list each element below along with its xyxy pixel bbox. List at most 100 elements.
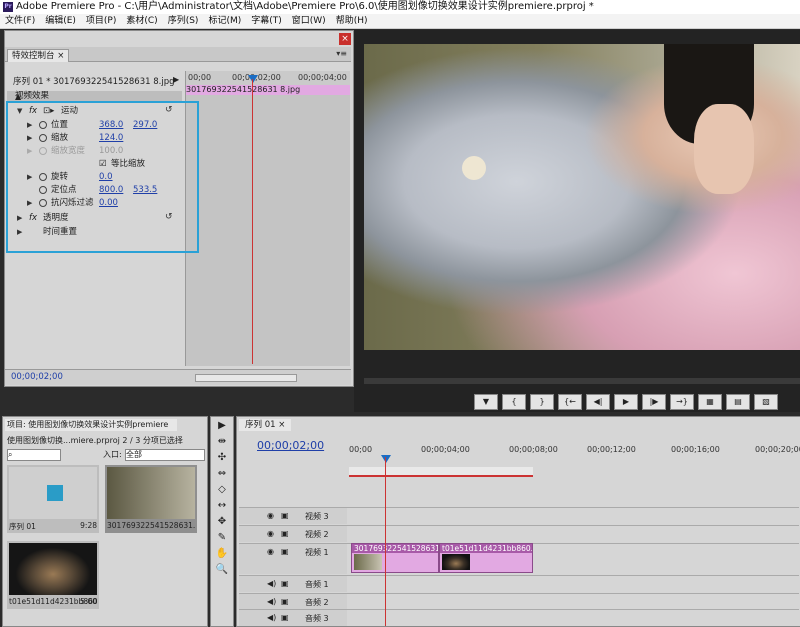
lift-button[interactable]: ▦ xyxy=(698,394,722,410)
lock-icon[interactable]: ▣ xyxy=(281,579,289,588)
tab-sequence[interactable]: 序列 01 × xyxy=(239,419,292,431)
tab-sequence-label: 序列 01 xyxy=(245,420,276,430)
close-panel-button[interactable]: × xyxy=(339,33,351,45)
speaker-icon[interactable]: ◀) xyxy=(267,579,276,588)
menu-clip[interactable]: 素材(C) xyxy=(121,14,162,28)
hand-tool-icon[interactable]: ✋ xyxy=(213,547,231,561)
premiere-logo-icon: Pr xyxy=(3,2,13,12)
cat-thumbnail xyxy=(9,543,97,595)
show-timeline-arrow-icon[interactable]: ▶ xyxy=(173,75,179,84)
lock-icon[interactable]: ▣ xyxy=(281,613,289,622)
sequence-clip-name: 序列 01 * 301769322541528631 8.jpg xyxy=(13,77,175,87)
step-back-button[interactable]: ◀| xyxy=(586,394,610,410)
track-header: ◀) ▣ 音频 3 xyxy=(239,610,347,626)
menu-title[interactable]: 字幕(T) xyxy=(246,14,287,28)
search-input[interactable]: ⌕ xyxy=(7,449,61,461)
play-button[interactable]: ▶ xyxy=(614,394,638,410)
close-tab-icon[interactable]: × xyxy=(57,51,64,61)
ruler-tick-label: 00;00;04;00 xyxy=(298,73,347,82)
in-select-value: 全部 xyxy=(126,450,142,459)
speaker-icon[interactable]: ◀) xyxy=(267,613,276,622)
sequence-icon xyxy=(47,485,63,501)
window-title: Adobe Premiere Pro - C:\用户\Administrator… xyxy=(16,1,594,12)
zoom-scrollbar[interactable] xyxy=(195,374,297,382)
track-audio-2: ◀) ▣ 音频 2 xyxy=(239,593,799,610)
program-preview-image xyxy=(364,44,800,350)
lock-icon[interactable]: ▣ xyxy=(281,529,289,538)
program-monitor: ▼{} {← ◀| ▶ |▶ →} ▦ ▤ ▧ xyxy=(354,30,800,412)
lock-icon[interactable]: ▣ xyxy=(281,597,289,606)
menu-sequence[interactable]: 序列(S) xyxy=(163,14,204,28)
monitor-scrub-bar[interactable] xyxy=(364,378,800,384)
zoom-tool-icon[interactable]: 🔍 xyxy=(213,563,231,577)
selection-tool-icon[interactable]: ▶ xyxy=(213,419,231,433)
menu-project[interactable]: 项目(P) xyxy=(81,14,121,28)
current-timecode[interactable]: 00;00;02;00 xyxy=(11,372,63,382)
close-tab-icon[interactable]: × xyxy=(278,420,285,430)
track-audio-3: ◀) ▣ 音频 3 xyxy=(239,609,799,626)
timeline-panel: 序列 01 × 00;00;02;00 00;00 00;00;04;00 00… xyxy=(236,416,800,627)
eye-icon[interactable]: ◉ xyxy=(267,547,274,556)
playhead-handle-icon[interactable] xyxy=(248,75,258,83)
ripple-edit-tool-icon[interactable]: ✣ xyxy=(213,451,231,465)
photo-face-shape xyxy=(694,104,754,194)
timeline-clip-cat[interactable]: t01e51d11d4231bb860.jpg xyxy=(439,543,533,573)
timeline-clip-photo[interactable]: 301769322541528631 8.jpg xyxy=(351,543,439,573)
track-video-2: ◉ ▣ 视频 2 xyxy=(239,525,799,542)
menu-edit[interactable]: 编辑(E) xyxy=(40,14,81,28)
go-to-out-button[interactable]: →} xyxy=(670,394,694,410)
track-label: 音频 1 xyxy=(305,580,329,589)
lock-icon[interactable]: ▣ xyxy=(281,511,289,520)
export-frame-button[interactable]: ▧ xyxy=(754,394,778,410)
tab-effect-controls-label: 特效控制台 xyxy=(12,51,55,61)
playhead-line xyxy=(385,457,386,626)
eye-icon[interactable]: ◉ xyxy=(267,511,274,520)
rolling-edit-tool-icon[interactable]: ⇔ xyxy=(213,467,231,481)
clip-thumbnail xyxy=(354,554,382,570)
tab-project[interactable]: 项目: 使用图划像切换效果设计实例premiere xyxy=(5,419,177,431)
project-item-photo[interactable]: 301769322541528631... xyxy=(105,465,197,533)
effect-time-ruler[interactable]: 00;00 00;00;02;00 00;00;04;00 xyxy=(186,71,350,86)
mark-out-button[interactable]: } xyxy=(530,394,554,410)
menu-file[interactable]: 文件(F) xyxy=(0,14,40,28)
razor-tool-icon[interactable]: ◇ xyxy=(213,483,231,497)
pen-tool-icon[interactable]: ✎ xyxy=(213,531,231,545)
mark-in-button[interactable]: { xyxy=(502,394,526,410)
menu-window[interactable]: 窗口(W) xyxy=(287,14,331,28)
ruler-tick-label: 00;00;08;00 xyxy=(509,445,558,454)
ruler-tick-label: 00;00 xyxy=(349,445,373,454)
window-titlebar: Pr Adobe Premiere Pro - C:\用户\Administra… xyxy=(0,0,800,14)
effect-timeline-pane: 00;00 00;00;02;00 00;00;04;00 3017693225… xyxy=(185,71,350,366)
eye-icon[interactable]: ◉ xyxy=(267,529,274,538)
step-forward-button[interactable]: |▶ xyxy=(642,394,666,410)
track-header: ◀) ▣ 音频 1 xyxy=(239,576,347,592)
transport-controls: ▼{} {← ◀| ▶ |▶ →} ▦ ▤ ▧ xyxy=(474,394,782,412)
slide-tool-icon[interactable]: ✥ xyxy=(213,515,231,529)
speaker-icon[interactable]: ◀) xyxy=(267,597,276,606)
lock-icon[interactable]: ▣ xyxy=(281,547,289,556)
ruler-tick-label: 00;00 xyxy=(188,73,212,82)
tab-effect-controls[interactable]: 特效控制台 × xyxy=(7,49,70,62)
project-item-sequence[interactable]: 序列 01 9:28 xyxy=(7,465,99,533)
extract-button[interactable]: ▤ xyxy=(726,394,750,410)
menu-marker[interactable]: 标记(M) xyxy=(203,14,246,28)
work-area-bar[interactable] xyxy=(349,467,533,477)
effect-clip-bar[interactable]: 301769322541528631 8.jpg xyxy=(186,85,350,95)
project-item-cat[interactable]: t01e51d11d4231bb860... 5:00 xyxy=(7,541,99,609)
playhead-handle-icon[interactable] xyxy=(381,455,391,463)
track-select-tool-icon[interactable]: ⇹ xyxy=(213,435,231,449)
playhead-line xyxy=(252,79,253,364)
menu-help[interactable]: 帮助(H) xyxy=(331,14,373,28)
in-select[interactable]: 全部 xyxy=(125,449,205,461)
go-to-in-button[interactable]: {← xyxy=(558,394,582,410)
track-video-3: ◉ ▣ 视频 3 xyxy=(239,507,799,524)
add-marker-button[interactable]: ▼ xyxy=(474,394,498,410)
slip-tool-icon[interactable]: ↔ xyxy=(213,499,231,513)
track-label: 音频 3 xyxy=(305,614,329,623)
timeline-ruler[interactable]: 00;00 00;00;04;00 00;00;08;00 00;00;12;0… xyxy=(349,445,800,457)
sequence-thumbnail xyxy=(9,467,97,519)
in-label: 入口: xyxy=(103,450,122,459)
menu-bar: 文件(F) 编辑(E) 项目(P) 素材(C) 序列(S) 标记(M) 字幕(T) 窗口(W)… xyxy=(0,14,800,29)
panel-menu-icon[interactable]: ▾≡ xyxy=(336,49,347,58)
timeline-timecode[interactable]: 00;00;02;00 xyxy=(257,439,324,452)
